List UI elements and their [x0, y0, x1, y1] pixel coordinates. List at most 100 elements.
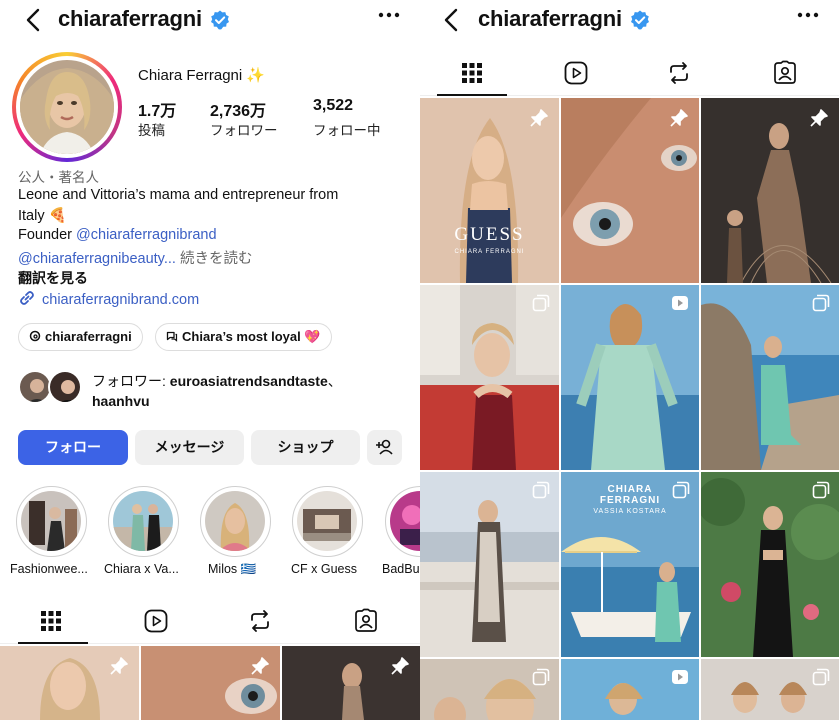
- bio-founder: Founder @chiaraferragnibrand: [18, 227, 217, 243]
- followers-label[interactable]: フォロワー: [210, 119, 278, 139]
- multiple-posts-icon: [812, 294, 830, 312]
- add-person-icon: [375, 439, 393, 455]
- active-tab-indicator: [437, 94, 507, 96]
- highlight-label: BadBu: [382, 562, 420, 576]
- grid-post[interactable]: [282, 646, 420, 720]
- username-title: chiaraferragni: [58, 6, 202, 31]
- tagged-icon[interactable]: [772, 60, 798, 86]
- grid-icon[interactable]: [459, 60, 485, 86]
- pinned-icon: [530, 109, 548, 127]
- pinned-icon: [670, 109, 688, 127]
- highlight-fashionweek[interactable]: [16, 486, 87, 557]
- website-link[interactable]: chiaraferragnibrand.com: [42, 292, 199, 308]
- grid-post[interactable]: [420, 659, 559, 720]
- highlight-badbu[interactable]: [385, 486, 420, 557]
- followed-by-separator: 、: [327, 373, 342, 389]
- guess-logo: GUESS: [454, 224, 525, 245]
- more-options-icon[interactable]: [797, 10, 819, 20]
- highlight-label: CF x Guess: [291, 562, 357, 576]
- followed-by-names-2: haanhvu: [92, 393, 150, 409]
- shop-button[interactable]: ショップ: [251, 430, 360, 465]
- posts-count[interactable]: 1.7万: [138, 97, 176, 121]
- grid-post[interactable]: [141, 646, 280, 720]
- grid-post[interactable]: [701, 285, 839, 470]
- reel-icon: [672, 296, 688, 310]
- follower-avatar-1[interactable]: [18, 370, 52, 404]
- top-bar: chiaraferragni: [0, 0, 420, 40]
- highlight-chiara-x-va[interactable]: [108, 486, 179, 557]
- pinned-icon: [110, 657, 128, 675]
- founder-label: Founder: [18, 227, 77, 243]
- grid-post[interactable]: [0, 646, 139, 720]
- link-icon: [20, 291, 34, 305]
- grid-icon[interactable]: [38, 608, 64, 634]
- tagged-icon[interactable]: [353, 608, 379, 634]
- grid-post[interactable]: [701, 659, 839, 720]
- pinned-icon: [251, 657, 269, 675]
- back-arrow-icon[interactable]: [22, 7, 46, 33]
- highlight-label: Milos 🇬🇷: [208, 562, 257, 576]
- grid-post-collab[interactable]: CHIARA FERRAGNI VASSIA KOSTARA: [561, 472, 699, 657]
- verified-badge-icon: [211, 10, 229, 30]
- highlight-label: Chiara x Va...: [104, 562, 179, 576]
- bio-line-2: Italy 🍕: [18, 208, 67, 224]
- threads-pill[interactable]: chiaraferragni: [18, 323, 143, 351]
- highlight-cf-x-guess[interactable]: [292, 486, 363, 557]
- beauty-mention-link[interactable]: @chiaraferragnibeauty...: [18, 251, 176, 267]
- profile-tabs: [0, 598, 420, 644]
- reels-icon[interactable]: [143, 608, 169, 634]
- category-label: 公人・著名人: [18, 170, 99, 185]
- posts-label[interactable]: 投稿: [138, 119, 165, 139]
- broadcast-channel-icon: [166, 331, 178, 342]
- highlight-label: Fashionwee...: [10, 562, 88, 576]
- more-options-icon[interactable]: [378, 10, 400, 20]
- grid-post[interactable]: [420, 472, 559, 657]
- follower-avatar-2[interactable]: [48, 370, 82, 404]
- profile-avatar[interactable]: [12, 52, 122, 162]
- grid-post[interactable]: [701, 98, 839, 283]
- grid-post[interactable]: [420, 285, 559, 470]
- reposts-icon[interactable]: [247, 608, 273, 634]
- collab-subtitle: VASSIA KOSTARA: [593, 508, 667, 515]
- followed-by-names: euroasiatrendsandtaste: [169, 373, 328, 389]
- avatar: [20, 60, 114, 154]
- grid-post[interactable]: [561, 285, 699, 470]
- multiple-posts-icon: [812, 668, 830, 686]
- founder-mention-link[interactable]: @chiaraferragnibrand: [76, 227, 216, 243]
- profile-panel: chiaraferragni Chiara Ferragni ✨ 1.7万 投稿…: [0, 0, 420, 720]
- grid-post-guess[interactable]: GUESS CHIARA FERRAGNI: [420, 98, 559, 283]
- grid-post[interactable]: [701, 472, 839, 657]
- active-tab-indicator: [18, 642, 88, 644]
- pinned-icon: [810, 109, 828, 127]
- back-arrow-icon[interactable]: [440, 7, 464, 33]
- followed-by-prefix: フォロワー:: [92, 373, 170, 389]
- reels-icon[interactable]: [563, 60, 589, 86]
- following-label[interactable]: フォロー中: [313, 119, 381, 139]
- followers-count[interactable]: 2,736万: [210, 97, 266, 121]
- suggest-people-button[interactable]: [367, 430, 402, 465]
- website-row[interactable]: chiaraferragnibrand.com: [18, 289, 199, 308]
- followed-by-text[interactable]: フォロワー: euroasiatrendsandtaste、 haanhvu: [92, 371, 342, 411]
- username-title: chiaraferragni: [478, 6, 622, 31]
- grid-post[interactable]: [561, 98, 699, 283]
- read-more-link[interactable]: 続きを読む: [176, 251, 253, 267]
- threads-pill-label: chiaraferragni: [45, 329, 132, 344]
- multiple-posts-icon: [672, 481, 690, 499]
- collab-title-line-1: CHIARA: [607, 484, 653, 495]
- pinned-icon: [391, 657, 409, 675]
- highlight-milos[interactable]: [200, 486, 271, 557]
- see-translation-link[interactable]: 翻訳を見る: [18, 268, 88, 288]
- following-count[interactable]: 3,522: [313, 97, 353, 115]
- reposts-icon[interactable]: [666, 60, 692, 86]
- profile-tabs: [420, 50, 839, 96]
- message-button[interactable]: メッセージ: [135, 430, 244, 465]
- grid-post[interactable]: [561, 659, 699, 720]
- multiple-posts-icon: [532, 481, 550, 499]
- channel-pill-label: Chiara’s most loyal 💖: [182, 329, 321, 344]
- display-name: Chiara Ferragni ✨: [138, 67, 266, 84]
- channel-pill[interactable]: Chiara’s most loyal 💖: [155, 323, 332, 351]
- multiple-posts-icon: [812, 481, 830, 499]
- top-bar: chiaraferragni: [420, 0, 839, 40]
- reel-icon: [672, 670, 688, 684]
- follow-button[interactable]: フォロー: [18, 430, 128, 465]
